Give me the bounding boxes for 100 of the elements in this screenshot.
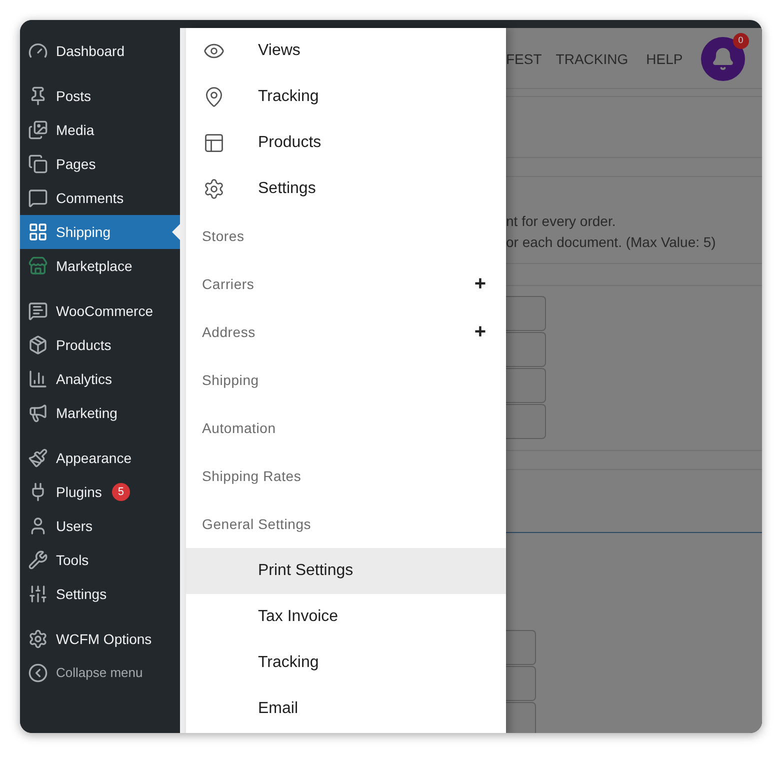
notification-button[interactable] <box>700 37 745 81</box>
drawer-subitem[interactable]: Print Settings <box>186 548 506 594</box>
sidebar-label: Settings <box>56 584 107 604</box>
layout-icon <box>203 132 225 154</box>
wrench-icon <box>28 550 48 570</box>
drawer-label: Email <box>258 699 298 719</box>
sidebar-item[interactable]: Dashboard <box>20 34 180 68</box>
section-label: Carriers <box>202 274 256 294</box>
input-field[interactable] <box>506 630 536 665</box>
sidebar-item[interactable]: Products <box>20 328 180 362</box>
sidebar-item[interactable]: Plugins 5 <box>20 475 180 509</box>
drawer-subitem[interactable]: Tax Invoice <box>186 594 506 640</box>
sidebar-item[interactable]: Media <box>20 113 180 147</box>
drawer-item[interactable]: Products <box>186 120 506 166</box>
sidebar-item[interactable]: Analytics <box>20 362 180 396</box>
drawer-label: Views <box>258 41 300 61</box>
sidebar-item[interactable]: Marketing <box>20 396 180 430</box>
brush-icon <box>28 448 48 468</box>
drawer-section[interactable]: Automation <box>186 404 506 452</box>
input-field[interactable] <box>506 368 546 403</box>
drawer-label: Tracking <box>258 653 319 673</box>
sidebar-label: Shipping <box>56 222 110 242</box>
store-icon <box>28 256 48 276</box>
collapse-icon <box>28 663 48 683</box>
input-field[interactable] <box>506 296 546 331</box>
drawer-item[interactable]: Settings <box>186 166 506 212</box>
sidebar-label: WooCommerce <box>56 302 153 320</box>
drawer-section[interactable]: Shipping <box>186 356 506 404</box>
section-label: Shipping <box>202 370 260 390</box>
sidebar-item[interactable]: Comments <box>20 181 180 215</box>
bar-chart-icon <box>28 369 48 389</box>
sidebar-item[interactable]: Marketplace <box>20 249 180 283</box>
speech-bubble-icon <box>28 301 48 321</box>
sidebar-item[interactable]: WooCommerce <box>20 294 180 328</box>
sidebar-item[interactable]: Collapse menu <box>20 656 180 690</box>
bell-icon <box>710 47 735 71</box>
drawer-label: Products <box>258 133 322 153</box>
grid-icon <box>28 222 48 242</box>
sidebar-item[interactable]: Shipping <box>20 215 180 249</box>
box-icon <box>28 335 48 355</box>
drawer-section[interactable]: Stores <box>186 212 506 260</box>
sidebar-label: Posts <box>56 86 92 106</box>
comment-icon <box>28 188 48 208</box>
sidebar-item[interactable]: Pages <box>20 147 180 181</box>
sidebar-label: Appearance <box>56 448 132 468</box>
drawer-section[interactable]: General Settings <box>186 500 506 548</box>
expand-toggle[interactable]: + <box>474 322 486 342</box>
input-field[interactable] <box>506 666 536 701</box>
sidebar-item[interactable]: Appearance <box>20 441 180 475</box>
nav-link[interactable]: HELP <box>646 48 683 70</box>
drawer-section[interactable]: Address + <box>186 308 506 356</box>
section-label: Address <box>202 322 256 342</box>
sidebar-label: Users <box>56 516 93 536</box>
map-pin-icon <box>203 86 225 108</box>
sidebar-label: WCFM Options <box>56 630 152 649</box>
settings-icon <box>203 178 225 200</box>
sidebar-label: Media <box>56 120 94 140</box>
sidebar-item[interactable]: Tools <box>20 543 180 577</box>
drawer-label: Tax Invoice <box>258 607 338 627</box>
sidebar-label: Analytics <box>56 370 112 389</box>
nav-link[interactable]: FEST <box>506 48 542 70</box>
sidebar-label: Pages <box>56 154 96 174</box>
sidebar-label: Marketing <box>56 404 118 423</box>
sidebar-label: Plugins <box>56 482 102 502</box>
media-icon <box>28 120 48 140</box>
drawer-label: Settings <box>258 179 316 199</box>
sliders-icon <box>28 584 48 604</box>
input-field[interactable] <box>506 332 546 367</box>
sidebar-item[interactable]: WCFM Options <box>20 622 180 656</box>
expand-toggle[interactable]: + <box>474 274 486 294</box>
input-field[interactable] <box>506 404 546 439</box>
drawer-section[interactable]: Carriers + <box>186 260 506 308</box>
drawer-subitem[interactable]: Email <box>186 686 506 732</box>
drawer-section[interactable]: Shipping Rates <box>186 452 506 500</box>
drawer-item[interactable]: Views <box>186 28 506 74</box>
nav-link[interactable]: TRACKING <box>556 48 628 70</box>
sidebar-label: Dashboard <box>56 42 124 60</box>
input-field[interactable] <box>506 702 536 733</box>
pages-icon <box>28 154 48 174</box>
section-label: Automation <box>202 418 277 438</box>
help-text: nt for every order. <box>506 214 617 229</box>
sidebar-item[interactable]: Users <box>20 509 180 543</box>
drawer-label: Print Settings <box>258 561 354 581</box>
sidebar-item[interactable]: Settings <box>20 577 180 611</box>
count-badge: 5 <box>112 483 130 501</box>
megaphone-icon <box>28 403 48 423</box>
sidebar-label: Tools <box>56 550 89 570</box>
sidebar-label: Products <box>56 336 112 354</box>
section-label: General Settings <box>202 514 312 534</box>
drawer-item[interactable]: Tracking <box>186 74 506 120</box>
sidebar-item[interactable]: Posts <box>20 79 180 113</box>
section-label: Shipping Rates <box>202 466 302 486</box>
help-text: or each document. (Max Value: 5) <box>506 235 717 250</box>
section-label: Stores <box>202 226 246 246</box>
drawer-label: Tracking <box>258 87 319 107</box>
sidebar-label: Marketplace <box>56 256 132 276</box>
sidebar-label: Collapse menu <box>56 664 143 682</box>
notification-badge: 0 <box>732 33 749 49</box>
drawer-subitem[interactable]: Tracking <box>186 640 506 686</box>
settings-icon <box>28 629 48 649</box>
